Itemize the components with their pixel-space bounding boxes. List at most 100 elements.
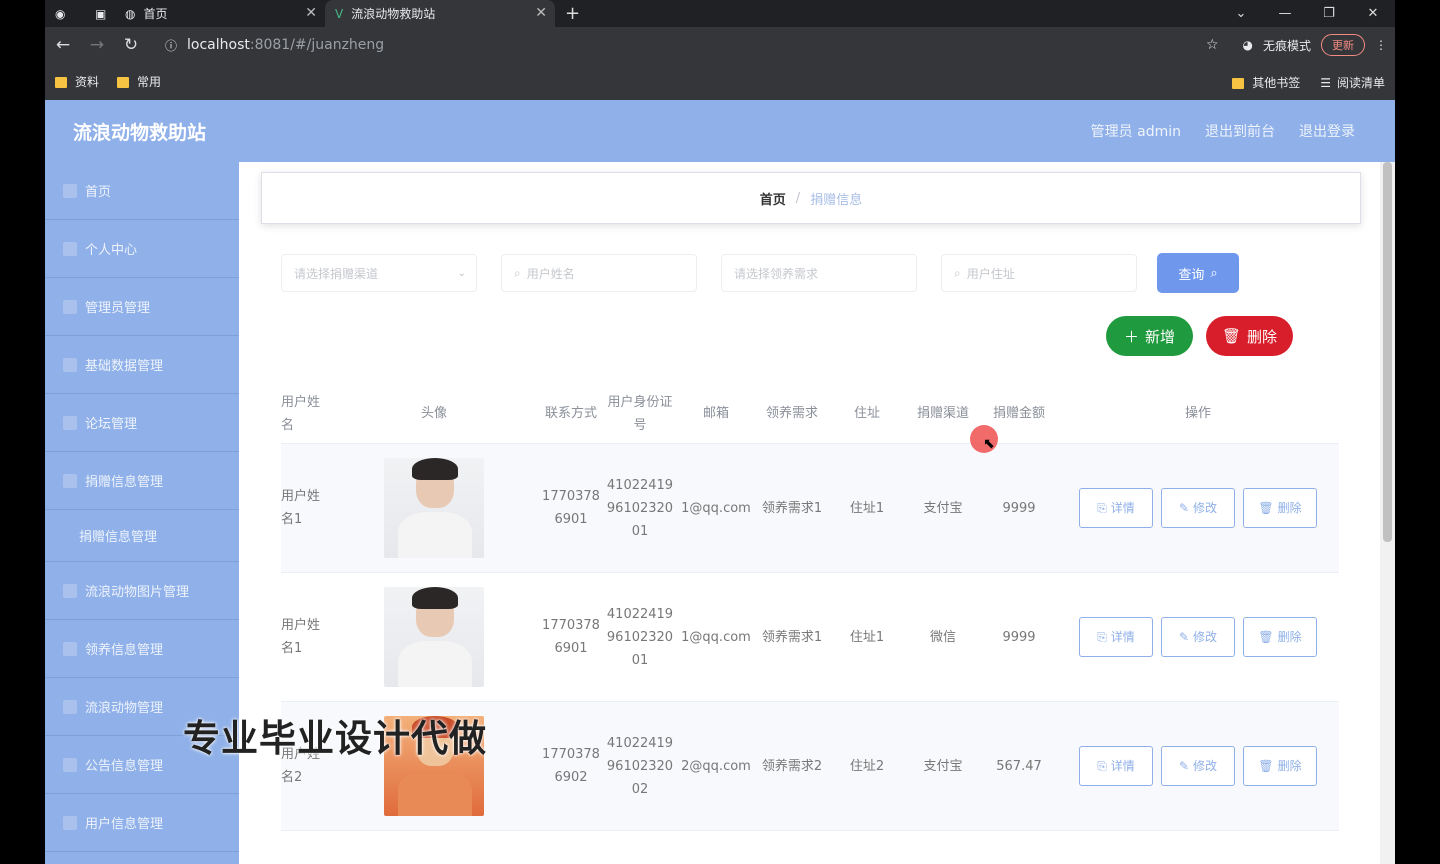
info-icon: ⓘ [165, 38, 178, 53]
delete-button[interactable]: 🗑 删除 [1243, 746, 1317, 786]
trash-icon: 🗑 [1221, 327, 1242, 345]
sidebar-item[interactable]: 捐赠信息管理 [45, 510, 239, 562]
sidebar-item[interactable]: 管理员管理 [45, 278, 239, 336]
sidebar-item-label: 捐赠信息管理 [85, 475, 164, 490]
detail-button[interactable]: ⎘ 详情 [1079, 488, 1153, 528]
go-frontend-link[interactable]: 退出到前台 [1205, 121, 1275, 141]
sidebar-item[interactable]: 领养信息管理 [45, 620, 239, 678]
menu-icon [63, 415, 77, 430]
cell-email: 1@qq.com [681, 629, 751, 645]
chevron-down-icon[interactable]: ⌄ [1219, 0, 1263, 27]
sidebar-item[interactable]: 首页 [45, 162, 239, 220]
batch-delete-button[interactable]: 🗑 删除 [1206, 316, 1293, 356]
edit-icon: ✎ [1178, 758, 1190, 773]
column-header: 头像 [420, 406, 447, 421]
cell-phone: 17703786901 [542, 489, 600, 527]
edit-button[interactable]: ✎ 修改 [1161, 617, 1235, 657]
address-input[interactable]: ⌕ 用户住址 [941, 254, 1137, 292]
cell-amount: 567.47 [996, 758, 1042, 774]
more-icon[interactable]: ⋮ [1375, 38, 1387, 52]
sidebar-item[interactable]: 流浪动物图片管理 [45, 562, 239, 620]
minimize-icon[interactable]: — [1263, 0, 1307, 27]
chevron-down-icon: ⌄ [457, 267, 466, 279]
browser-chrome: ◉ ▣ ◍ 首页 ✕ V 流浪动物救助站 ✕ + ⌄ — ❐ ✕ ← → ↻ ⓘ… [45, 0, 1395, 100]
edit-button[interactable]: ✎ 修改 [1161, 488, 1235, 528]
search-icon: ⌕ [514, 265, 521, 280]
bookmark-folder[interactable]: 资料 [55, 73, 99, 90]
sidebar-item-label: 基础数据管理 [85, 359, 164, 374]
sidebar-item[interactable]: 基础数据管理 [45, 336, 239, 394]
cell-need: 领养需求1 [761, 629, 823, 645]
detail-button[interactable]: ⎘ 详情 [1079, 617, 1153, 657]
menu-icon [63, 757, 77, 772]
menu-icon [63, 641, 77, 656]
delete-button[interactable]: 🗑 删除 [1243, 488, 1317, 528]
cell-name: 用户姓名1 [281, 618, 321, 656]
ops-cell: ⎘ 详情 ✎ 修改 🗑 删除 [1057, 617, 1339, 657]
cell-addr: 住址1 [849, 500, 885, 516]
cell-email: 1@qq.com [681, 500, 751, 516]
scrollbar[interactable] [1380, 162, 1395, 864]
close-tab-icon[interactable]: ✕ [535, 5, 547, 21]
restore-icon[interactable]: ❐ [1307, 0, 1351, 27]
new-tab-button[interactable]: + [565, 0, 580, 27]
need-select[interactable]: 请选择领养需求 [721, 254, 917, 292]
browser-menu-icon[interactable]: ◉ [45, 0, 85, 27]
cell-amount: 9999 [1002, 500, 1036, 516]
sidebar-item-label: 首页 [85, 185, 112, 200]
close-tab-icon[interactable]: ✕ [305, 5, 317, 21]
cell-phone: 17703786902 [542, 747, 600, 785]
watermark-text: 专业毕业设计代做 [183, 717, 487, 760]
sidebar-item[interactable]: 捐赠信息管理 [45, 452, 239, 510]
app-header: 流浪动物救助站 管理员 admin 退出到前台 退出登录 [45, 100, 1395, 162]
other-bookmarks[interactable]: 其他书签 [1232, 74, 1300, 91]
column-header: 领养需求 [765, 406, 818, 421]
tab-home[interactable]: ◍ 首页 ✕ [115, 0, 325, 27]
cell-idcard: 410224199610232002 [606, 735, 674, 797]
address-bar[interactable]: ⓘ localhost:8081/#/juanzheng ☆ [155, 31, 1229, 59]
back-icon[interactable]: ← [53, 35, 73, 55]
column-header: 捐赠渠道 [916, 406, 969, 421]
query-button[interactable]: 查询 ⌕ [1157, 253, 1239, 293]
address-row: ← → ↻ ⓘ localhost:8081/#/juanzheng ☆ ◕ 无… [45, 27, 1395, 63]
delete-button[interactable]: 🗑 删除 [1243, 617, 1317, 657]
sidebar-item[interactable]: 用户信息管理 [45, 794, 239, 852]
logout-link[interactable]: 退出登录 [1299, 121, 1355, 141]
detail-button[interactable]: ⎘ 详情 [1079, 746, 1153, 786]
column-header: 用户身份证号 [607, 394, 673, 433]
extension-icon[interactable]: ▣ [85, 0, 115, 27]
incognito-icon: ◕ [1242, 38, 1253, 52]
profile-area: ◕ 无痕模式 更新 ⋮ [1242, 34, 1387, 56]
search-icon: ⌕ [1210, 265, 1218, 281]
sidebar-item[interactable]: 论坛管理 [45, 394, 239, 452]
trash-icon: 🗑 [1258, 629, 1274, 644]
reload-icon[interactable]: ↻ [121, 35, 141, 55]
admin-user-link[interactable]: 管理员 admin [1091, 121, 1181, 141]
sidebar-item-label: 捐赠信息管理 [79, 530, 158, 545]
menu-icon [63, 299, 77, 314]
forward-icon[interactable]: → [87, 35, 107, 55]
username-input[interactable]: ⌕ 用户姓名 [501, 254, 697, 292]
update-button[interactable]: 更新 [1321, 34, 1365, 56]
bookmark-folder[interactable]: 常用 [117, 73, 161, 90]
add-button[interactable]: ＋新增 [1106, 316, 1193, 356]
table-body: 用户姓名1 17703786901 410224199610232001 1@qq.c… [281, 444, 1339, 831]
sidebar-item[interactable]: 个人中心 [45, 220, 239, 278]
cell-channel: 微信 [929, 629, 956, 645]
cell-idcard: 410224199610232001 [606, 477, 674, 539]
avatar-cell [329, 458, 539, 558]
folder-icon [55, 77, 67, 88]
scrollbar-thumb[interactable] [1383, 162, 1392, 542]
column-header: 操作 [1184, 406, 1211, 421]
channel-select[interactable]: 请选择捐赠渠道 ⌄ [281, 254, 477, 292]
avatar [384, 458, 484, 558]
sidebar-item-label: 论坛管理 [85, 417, 138, 432]
close-window-icon[interactable]: ✕ [1351, 0, 1395, 27]
reading-list[interactable]: ☰ 阅读清单 [1320, 74, 1385, 91]
plus-icon: ＋ [1123, 327, 1139, 346]
tab-active[interactable]: V 流浪动物救助站 ✕ [325, 0, 555, 27]
breadcrumb-home[interactable]: 首页 [760, 189, 786, 208]
star-icon[interactable]: ☆ [1206, 37, 1219, 53]
ops-cell: ⎘ 详情 ✎ 修改 🗑 删除 [1057, 488, 1339, 528]
edit-button[interactable]: ✎ 修改 [1161, 746, 1235, 786]
